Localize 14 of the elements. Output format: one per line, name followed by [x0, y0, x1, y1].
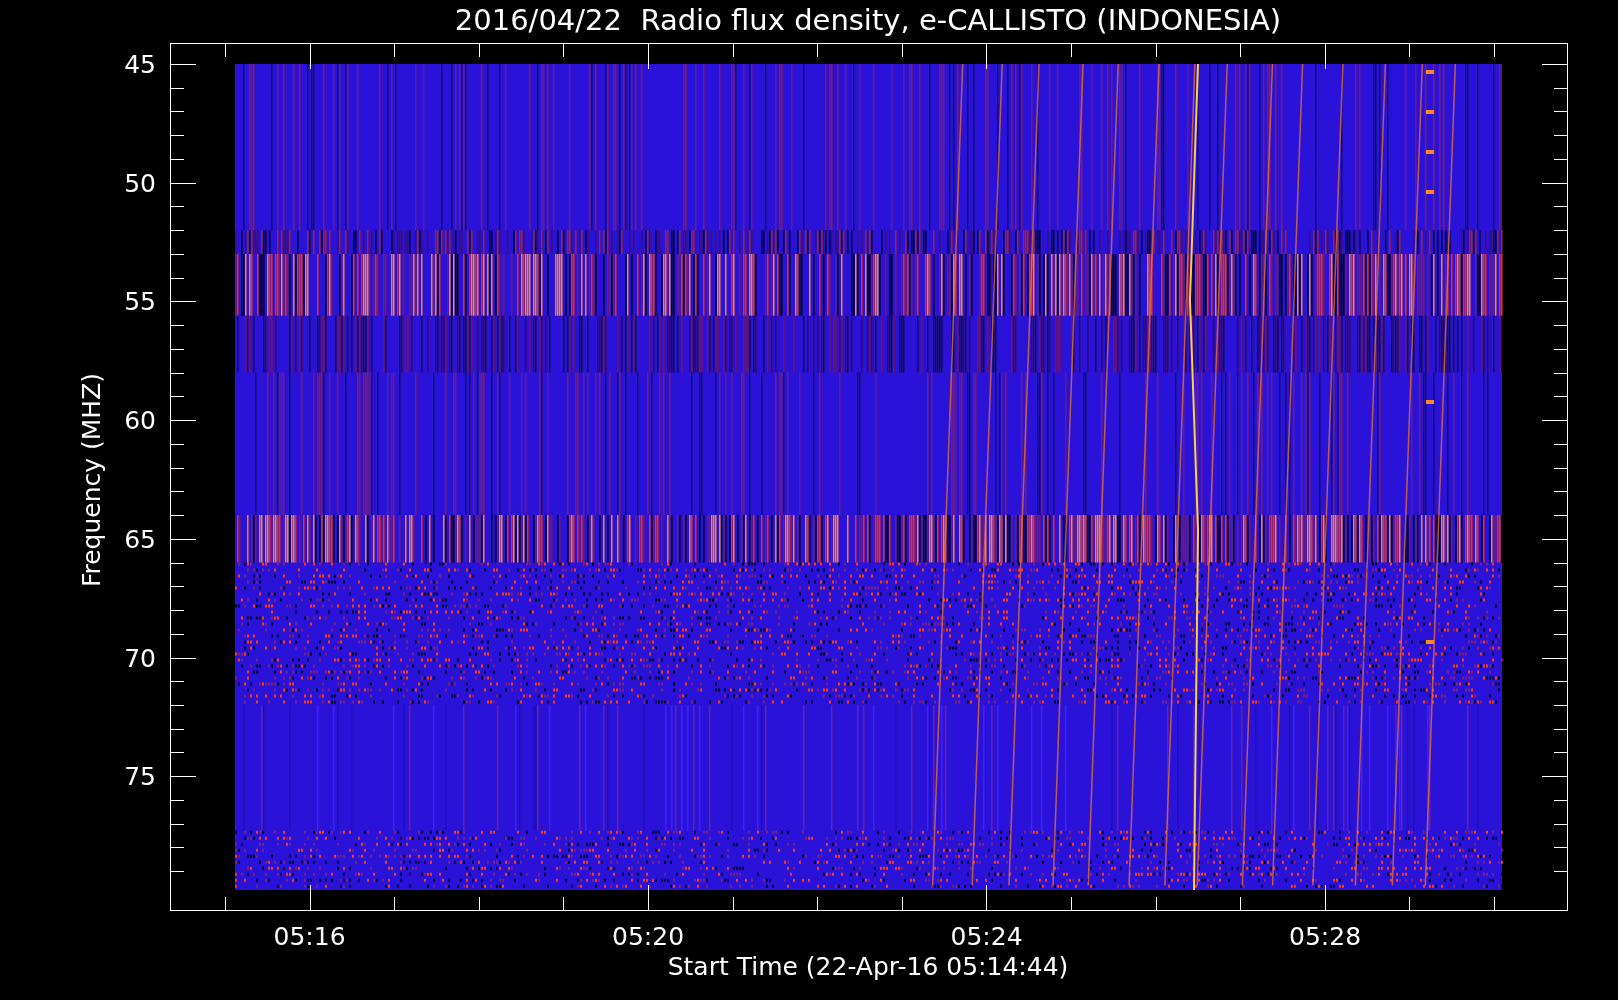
- x-tick-label: 05:20: [612, 922, 685, 951]
- y-tick-label: 70: [124, 643, 156, 673]
- y-tick-label: 50: [124, 168, 156, 198]
- x-tick-label: 05:24: [950, 922, 1023, 951]
- y-tick-label: 65: [124, 524, 156, 554]
- chart-title: 2016/04/22 Radio flux density, e-CALLISTO (INDONESIA): [454, 3, 1282, 37]
- y-tick-label: 55: [124, 287, 156, 317]
- y-tick-label: 75: [124, 762, 156, 792]
- x-tick-label: 05:16: [273, 922, 346, 951]
- y-tick-label: 45: [124, 50, 156, 79]
- x-tick-label: 05:28: [1289, 922, 1362, 951]
- y-axis-label: Frequency (MHZ): [77, 372, 106, 588]
- x-axis-label: Start Time (22-Apr-16 05:14:44): [667, 952, 1069, 981]
- y-tick-label: 60: [124, 406, 156, 436]
